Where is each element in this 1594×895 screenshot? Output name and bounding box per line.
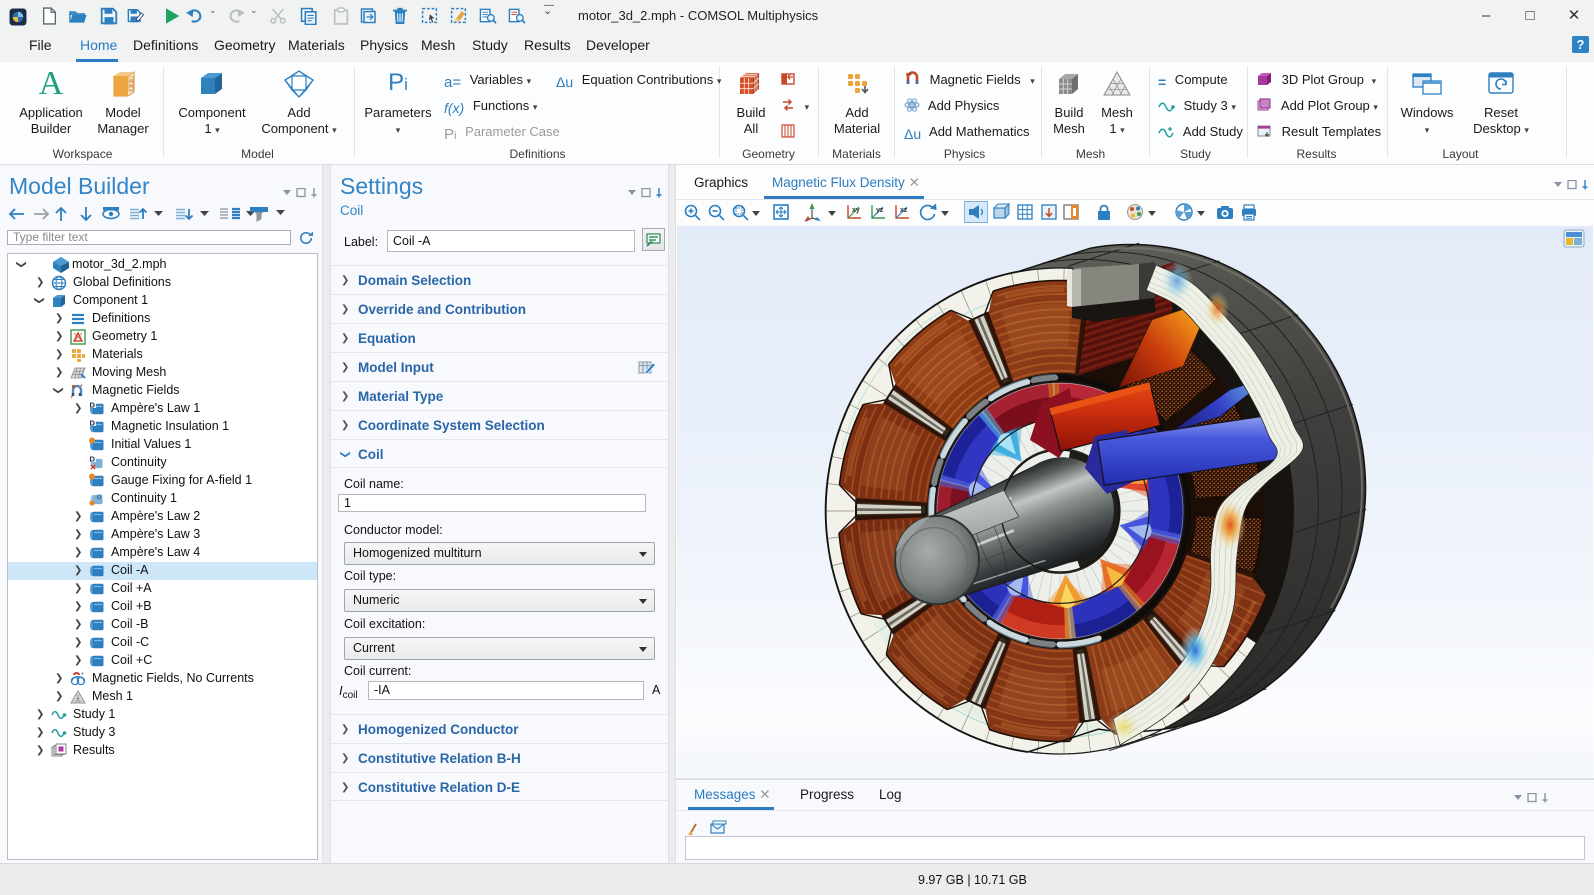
svg-text:yz: yz [876,207,884,214]
svg-text:xy: xy [852,207,860,214]
svg-text:+: + [909,72,912,78]
svg-text:xz: xz [900,207,908,214]
